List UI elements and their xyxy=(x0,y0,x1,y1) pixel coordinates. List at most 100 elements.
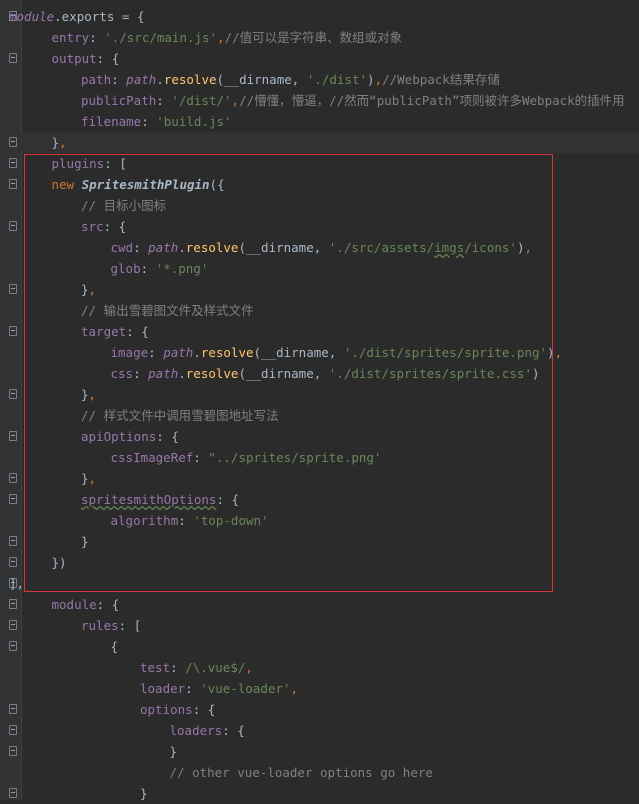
code-text: test: /\.vue$/, xyxy=(140,657,253,678)
code-token: entry xyxy=(51,30,90,45)
code-line[interactable]: // 样式文件中调用雪碧图地址写法 xyxy=(0,405,639,426)
code-token: path xyxy=(126,72,157,87)
fold-collapse-icon[interactable] xyxy=(9,725,17,735)
code-token: target xyxy=(81,324,127,339)
code-token: , xyxy=(524,240,532,255)
fold-end-icon[interactable] xyxy=(9,389,17,399)
code-line[interactable]: publicPath: '/dist/',//懵懂，懵逼，//然而“public… xyxy=(0,90,639,111)
code-line[interactable]: algorithm: 'top-down' xyxy=(0,510,639,531)
fold-collapse-icon[interactable] xyxy=(9,179,17,189)
fold-end-icon[interactable] xyxy=(9,746,17,756)
code-text: } xyxy=(140,783,148,804)
code-text: apiOptions: { xyxy=(81,426,179,447)
code-line[interactable]: module: { xyxy=(0,594,639,615)
code-line[interactable]: filename: 'build.js' xyxy=(0,111,639,132)
code-token: , xyxy=(554,345,563,360)
code-token: : xyxy=(178,513,194,528)
code-line[interactable]: } xyxy=(0,741,639,762)
fold-collapse-icon[interactable] xyxy=(9,431,17,441)
fold-collapse-icon[interactable] xyxy=(9,620,17,630)
code-line[interactable]: output: { xyxy=(0,48,639,69)
code-token: . xyxy=(178,366,186,381)
code-line[interactable]: cwd: path.resolve(__dirname, './src/asse… xyxy=(0,237,639,258)
code-text: plugins: [ xyxy=(52,153,127,174)
code-token: spritesmithOptions xyxy=(81,492,217,507)
code-line[interactable]: }, xyxy=(0,384,639,405)
fold-collapse-icon[interactable] xyxy=(9,158,17,168)
code-line[interactable]: target: { xyxy=(0,321,639,342)
code-line[interactable]: src: { xyxy=(0,216,639,237)
fold-collapse-icon[interactable] xyxy=(9,494,17,504)
code-line[interactable]: // 目标小图标 xyxy=(0,195,639,216)
code-line[interactable]: }, xyxy=(0,132,639,153)
code-token: : { xyxy=(222,723,245,738)
fold-end-icon[interactable] xyxy=(9,557,17,567)
code-line[interactable]: }) xyxy=(0,552,639,573)
code-token: : [ xyxy=(104,156,127,171)
fold-end-icon[interactable] xyxy=(9,284,17,294)
fold-end-icon[interactable] xyxy=(9,788,17,798)
code-line[interactable]: }, xyxy=(0,468,639,489)
code-line[interactable]: new SpritesmithPlugin({ xyxy=(0,174,639,195)
code-line[interactable]: plugins: [ xyxy=(0,153,639,174)
code-line[interactable]: }, xyxy=(0,279,639,300)
code-line[interactable]: ], xyxy=(0,573,639,594)
fold-collapse-icon[interactable] xyxy=(9,641,17,651)
code-line[interactable]: } xyxy=(0,783,639,804)
code-text: }, xyxy=(52,132,67,153)
fold-collapse-icon[interactable] xyxy=(9,221,17,231)
fold-end-icon[interactable] xyxy=(9,137,17,147)
code-token: loader xyxy=(140,681,186,696)
code-text: entry: './src/main.js',//值可以是字符串、数组或对象 xyxy=(52,27,403,48)
code-token: , xyxy=(88,471,97,486)
code-token: : xyxy=(148,345,164,360)
code-token: , xyxy=(59,135,67,150)
code-line[interactable]: image: path.resolve(__dirname, './dist/s… xyxy=(0,342,639,363)
code-editor[interactable]: module.exports = {entry: './src/main.js'… xyxy=(0,0,639,801)
code-token: output xyxy=(51,51,97,66)
code-token: : xyxy=(185,681,201,696)
code-token: , xyxy=(217,30,225,45)
code-line[interactable]: module.exports = { xyxy=(0,6,639,27)
code-line[interactable]: { xyxy=(0,636,639,657)
code-line[interactable]: entry: './src/main.js',//值可以是字符串、数组或对象 xyxy=(0,27,639,48)
code-token: } xyxy=(81,471,89,486)
code-token: }) xyxy=(51,555,67,570)
code-text: rules: [ xyxy=(81,615,141,636)
code-line[interactable]: path: path.resolve(__dirname, './dist'),… xyxy=(0,69,639,90)
fold-end-icon[interactable] xyxy=(9,473,17,483)
code-token: options xyxy=(140,702,193,717)
code-line[interactable]: loaders: { xyxy=(0,720,639,741)
code-token: path xyxy=(148,366,179,381)
fold-collapse-icon[interactable] xyxy=(9,53,17,63)
fold-collapse-icon[interactable] xyxy=(9,326,17,336)
code-line[interactable]: rules: [ xyxy=(0,615,639,636)
code-line[interactable]: loader: 'vue-loader', xyxy=(0,678,639,699)
code-token: : { xyxy=(96,597,120,612)
code-line[interactable]: } xyxy=(0,531,639,552)
code-line[interactable]: test: /\.vue$/, xyxy=(0,657,639,678)
code-text: }, xyxy=(81,468,96,489)
code-line[interactable]: spritesmithOptions: { xyxy=(0,489,639,510)
code-line[interactable]: options: { xyxy=(0,699,639,720)
code-line[interactable]: // 输出雪碧图文件及样式文件 xyxy=(0,300,639,321)
code-token: './dist' xyxy=(306,72,368,87)
code-token: , xyxy=(245,660,253,675)
code-token: : [ xyxy=(118,618,142,633)
code-token: 'top-down' xyxy=(193,513,269,528)
code-line[interactable]: apiOptions: { xyxy=(0,426,639,447)
fold-end-icon[interactable] xyxy=(9,536,17,546)
code-token: glob xyxy=(110,261,141,276)
code-token: 'vue-loader' xyxy=(200,681,291,696)
code-line[interactable]: cssImageRef: "../sprites/sprite.png' xyxy=(0,447,639,468)
code-line[interactable]: glob: '*.png' xyxy=(0,258,639,279)
code-token: : xyxy=(133,366,149,381)
code-token: path xyxy=(163,345,194,360)
fold-collapse-icon[interactable] xyxy=(9,599,17,609)
code-token: test xyxy=(140,660,171,675)
code-line[interactable]: css: path.resolve(__dirname, './dist/spr… xyxy=(0,363,639,384)
code-token: : { xyxy=(126,324,149,339)
fold-collapse-icon[interactable] xyxy=(9,704,17,714)
code-line[interactable]: // other vue-loader options go here xyxy=(0,762,639,783)
code-text: // 样式文件中调用雪碧图地址写法 xyxy=(81,405,279,426)
